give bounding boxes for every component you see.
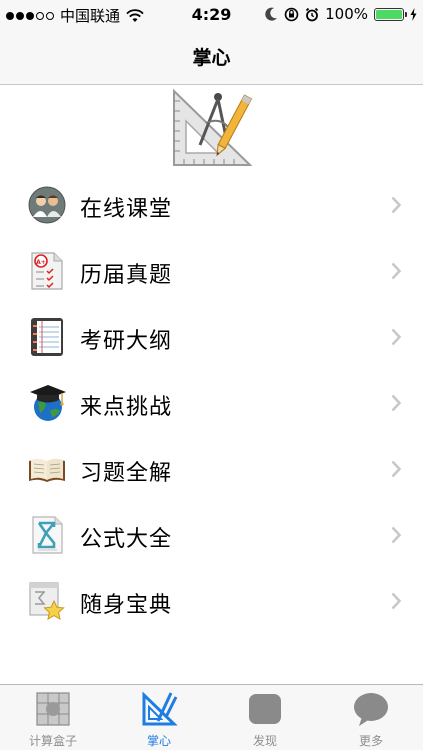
status-right: 100% (265, 5, 417, 23)
tab-palm[interactable]: 掌心 (106, 685, 212, 750)
tab-label: 计算盒子 (28, 734, 77, 748)
tab-calculator-box[interactable]: 计算盒子 (0, 685, 106, 750)
chevron-right-icon (391, 196, 401, 214)
svg-text:A+: A+ (36, 259, 46, 266)
classroom-icon (28, 186, 66, 224)
page-title: 掌心 (192, 47, 231, 69)
ruler-compass-icon (142, 691, 178, 726)
tab-more[interactable]: 更多 (318, 685, 423, 750)
menu-item-pocket-handbook[interactable]: 随身宝典 (0, 568, 423, 634)
status-bar: 中国联通 4:29 100% (0, 0, 423, 28)
menu-item-exam-syllabus[interactable]: 考研大纲 (0, 304, 423, 370)
moon-icon (265, 7, 278, 21)
menu-item-label: 来点挑战 (80, 395, 173, 420)
menu-item-formula-collection[interactable]: 公式大全 (0, 502, 423, 568)
sigma-formula-icon (32, 516, 63, 554)
menu-item-label: 随身宝典 (80, 593, 173, 618)
chevron-right-icon (391, 592, 401, 610)
tab-label: 更多 (358, 734, 383, 748)
menu-item-label: 历届真题 (80, 263, 173, 288)
open-book-icon (29, 458, 65, 482)
chevron-right-icon (391, 394, 401, 412)
chat-bubble-icon (354, 693, 388, 726)
chevron-right-icon (391, 460, 401, 478)
menu-item-label: 考研大纲 (80, 329, 173, 354)
tab-label: 掌心 (146, 734, 171, 748)
battery-percentage: 100% (325, 5, 368, 23)
menu-item-exercise-solutions[interactable]: 习题全解 (0, 436, 423, 502)
star-document-icon (29, 582, 65, 620)
menu-item-label: 在线课堂 (80, 197, 173, 222)
rotation-lock-icon (284, 7, 299, 21)
chevron-right-icon (391, 526, 401, 544)
tab-discover[interactable]: 发现 (212, 685, 318, 750)
battery-icon (374, 7, 407, 21)
menu-item-challenge[interactable]: 来点挑战 (0, 370, 423, 436)
tab-label: 发现 (252, 734, 277, 748)
calculator-box-icon (36, 692, 70, 726)
ruler-compass-logo-icon (173, 88, 253, 166)
menu-item-label: 公式大全 (80, 527, 173, 552)
chevron-right-icon (391, 262, 401, 280)
notebook-icon (31, 318, 63, 356)
feature-menu: 在线课堂 A+ 历届真题 考研大纲 来点挑战 习题全解 公式大全 随身宝典 (0, 172, 423, 634)
menu-item-past-exams[interactable]: A+ 历届真题 (0, 238, 423, 304)
exam-paper-icon: A+ (31, 252, 63, 290)
menu-item-label: 习题全解 (80, 461, 173, 486)
menu-item-online-classroom[interactable]: 在线课堂 (0, 172, 423, 238)
graduation-globe-icon (30, 385, 66, 421)
navigation-bar: 掌心 (0, 28, 423, 85)
discover-icon (249, 694, 281, 724)
tab-bar: 计算盒子 掌心 发现 更多 (0, 684, 423, 750)
charging-bolt-icon (410, 7, 417, 21)
chevron-right-icon (391, 328, 401, 346)
alarm-icon (305, 7, 319, 21)
